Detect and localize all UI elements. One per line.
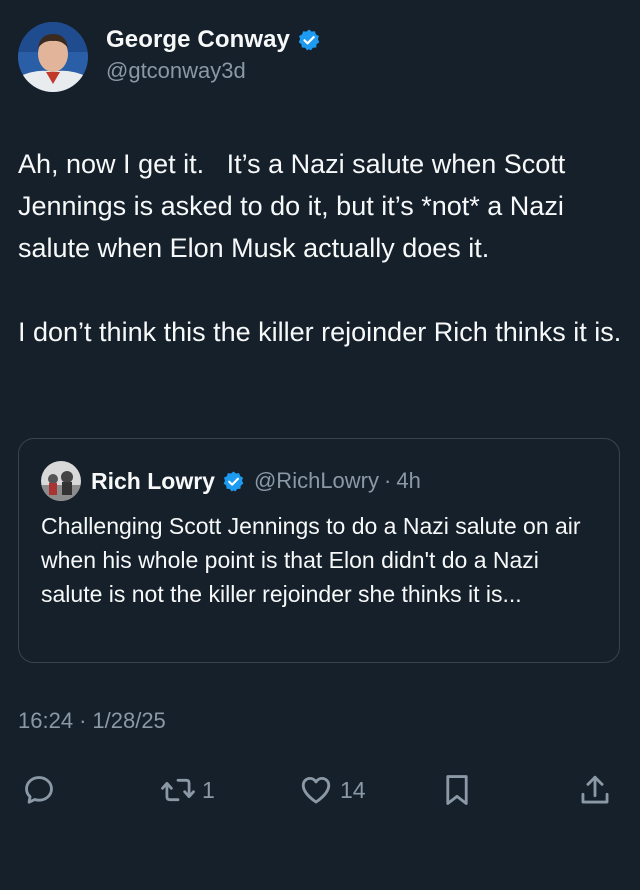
share-button[interactable] bbox=[578, 768, 612, 812]
verified-badge-icon bbox=[297, 28, 321, 52]
tweet-paragraph: Ah, now I get it. It’s a Nazi salute whe… bbox=[18, 149, 573, 263]
author-display-name[interactable]: George Conway bbox=[106, 26, 290, 54]
author-name-row: George Conway bbox=[106, 26, 321, 54]
tweet-paragraph: I don’t think this the killer rejoinder … bbox=[18, 317, 622, 347]
reply-button[interactable] bbox=[22, 768, 56, 812]
timestamp-separator: · bbox=[79, 708, 87, 733]
tweet-text: Ah, now I get it. It’s a Nazi salute whe… bbox=[18, 143, 626, 353]
tweet-time: 16:24 bbox=[18, 708, 74, 733]
quoted-author-avatar bbox=[41, 461, 81, 501]
tweet-header: George Conway @gtconway3d bbox=[18, 22, 321, 92]
author-avatar[interactable] bbox=[18, 22, 88, 92]
like-count: 14 bbox=[340, 776, 366, 803]
retweet-count: 1 bbox=[202, 776, 215, 803]
retweet-icon bbox=[160, 773, 196, 807]
quoted-dot-separator: · bbox=[384, 468, 392, 493]
quoted-author-handle: @RichLowry bbox=[253, 468, 379, 493]
author-handle[interactable]: @gtconway3d bbox=[106, 58, 321, 84]
heart-icon bbox=[298, 773, 334, 807]
quoted-tweet-text: Challenging Scott Jennings to do a Nazi … bbox=[41, 513, 581, 607]
tweet-date: 1/28/25 bbox=[92, 708, 166, 733]
verified-badge-icon bbox=[222, 470, 245, 493]
quoted-tweet-card[interactable]: Rich Lowry @RichLowry · 4h Challenging S… bbox=[18, 438, 620, 663]
tweet-timestamp[interactable]: 16:24 · 1/28/25 bbox=[18, 708, 166, 734]
quoted-timestamp: 4h bbox=[396, 468, 421, 493]
share-icon bbox=[578, 772, 612, 808]
quoted-author-display-name: Rich Lowry bbox=[91, 467, 215, 494]
bookmark-icon bbox=[440, 772, 474, 808]
like-button[interactable]: 14 bbox=[298, 768, 366, 812]
action-bar: 1 14 bbox=[0, 768, 640, 812]
quoted-tweet-header: Rich Lowry @RichLowry · 4h bbox=[41, 461, 421, 501]
bookmark-button[interactable] bbox=[440, 768, 474, 812]
retweet-button[interactable]: 1 bbox=[160, 768, 215, 812]
reply-icon bbox=[22, 773, 56, 807]
author-names: George Conway @gtconway3d bbox=[106, 26, 321, 84]
